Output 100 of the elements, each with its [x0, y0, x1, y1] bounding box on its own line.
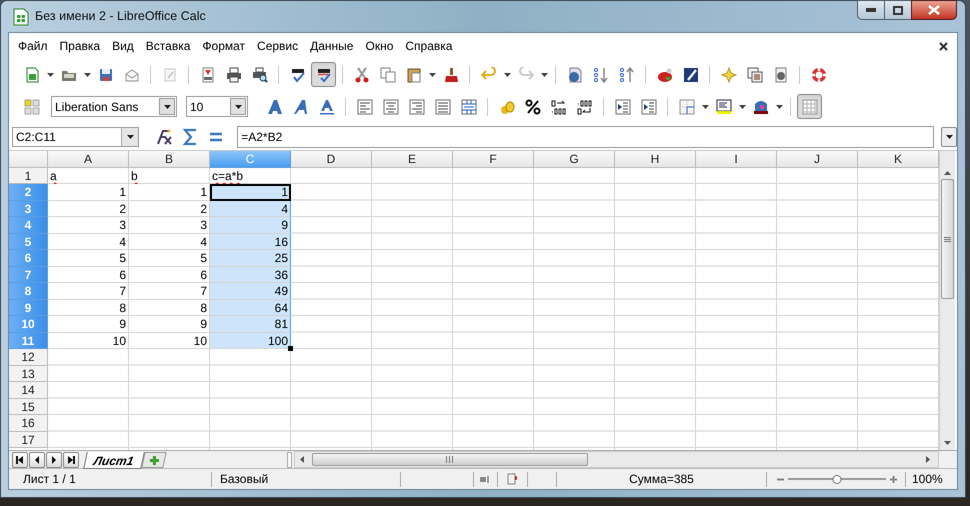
selection-mode-icon[interactable]	[480, 474, 490, 484]
printer-icon	[226, 66, 242, 83]
grip-icon	[446, 456, 454, 464]
table-cell[interactable]: 100	[210, 332, 291, 350]
table-cell[interactable]: 4	[210, 200, 291, 218]
row-header[interactable]: 13	[9, 366, 48, 382]
row-header[interactable]: 15	[9, 398, 48, 416]
scroll-left-icon[interactable]	[300, 456, 304, 464]
expand-formula-button[interactable]	[941, 126, 957, 147]
dropdown-caret-icon[interactable]	[428, 72, 436, 77]
dropdown-caret-icon[interactable]	[46, 72, 54, 77]
column-header[interactable]: H	[615, 151, 696, 168]
minimize-button[interactable]	[857, 0, 885, 20]
scroll-thumb[interactable]	[312, 453, 588, 466]
menu-item[interactable]: Сервис	[257, 36, 298, 55]
merge-cells-icon	[460, 98, 476, 115]
row-header[interactable]: 14	[9, 382, 48, 399]
font-name-box[interactable]: Liberation Sans	[51, 96, 177, 118]
zoom-slider[interactable]	[788, 474, 886, 484]
menu-item[interactable]: Окно	[365, 36, 394, 55]
column-header[interactable]: E	[372, 151, 453, 168]
plus-icon	[148, 454, 160, 466]
italic-icon	[292, 98, 308, 115]
spreadsheet-icon	[13, 8, 29, 26]
column-header[interactable]: G	[534, 151, 615, 168]
toolbar-button[interactable]	[311, 62, 336, 88]
table-cell[interactable]: 1	[210, 184, 291, 201]
column-header[interactable]: I	[696, 151, 777, 168]
close-button[interactable]	[911, 0, 957, 20]
spellcheck-icon	[290, 66, 306, 83]
bold-icon	[266, 98, 282, 115]
row-header[interactable]: 16	[9, 415, 48, 432]
scroll-thumb[interactable]	[941, 179, 954, 300]
sheet-nav-button[interactable]	[63, 452, 79, 468]
dropdown-caret-icon[interactable]	[504, 72, 510, 77]
coins-icon	[498, 98, 514, 115]
formula-input[interactable]: =A2*B2	[237, 126, 934, 148]
table-cell[interactable]: 16	[210, 234, 291, 250]
spreadsheet-icon	[24, 66, 40, 83]
close-document-icon[interactable]	[939, 42, 948, 51]
first-sheet-icon	[16, 456, 24, 464]
menu-item[interactable]: Данные	[310, 36, 354, 55]
vertical-scrollbar[interactable]	[939, 151, 955, 450]
menu-item[interactable]: Формат	[202, 36, 246, 55]
zoom-thumb[interactable]	[832, 474, 842, 484]
pdf-document-icon	[200, 66, 216, 83]
menu-item[interactable]: Вид	[112, 36, 134, 55]
database-icon	[772, 66, 788, 83]
equals-icon[interactable]	[209, 132, 224, 142]
table-cell[interactable]: 49	[210, 283, 291, 300]
sum-icon[interactable]	[183, 128, 198, 146]
table-cell[interactable]: 25	[210, 250, 291, 267]
dropdown-caret-icon	[946, 134, 953, 139]
minimize-icon	[866, 8, 876, 12]
column-header[interactable]: F	[453, 151, 534, 168]
column-header[interactable]: A	[48, 151, 129, 168]
function-wizard-icon[interactable]	[155, 128, 174, 145]
zoom-in-icon[interactable]	[890, 476, 897, 483]
dropdown-caret-icon[interactable]	[84, 72, 90, 77]
menu-item[interactable]: Файл	[18, 36, 48, 55]
scroll-down-icon[interactable]	[944, 441, 951, 446]
percent-icon	[524, 98, 540, 115]
dropdown-caret-icon	[126, 134, 134, 139]
dropdown-caret-icon[interactable]	[540, 72, 548, 77]
sheet-nav-button[interactable]	[46, 452, 62, 468]
scroll-right-icon[interactable]	[926, 456, 930, 464]
dropdown-caret-icon[interactable]	[776, 104, 782, 109]
column-header[interactable]: D	[291, 151, 372, 168]
zoom-percent[interactable]: 100%	[906, 470, 943, 488]
row-header[interactable]: 1	[9, 168, 48, 184]
name-box[interactable]: C2:C11	[12, 126, 140, 147]
grip-icon	[944, 236, 951, 242]
sheet-nav-button[interactable]	[12, 452, 28, 468]
maximize-button[interactable]	[885, 0, 911, 20]
dropdown-caret-icon	[234, 104, 242, 109]
row-header[interactable]: 12	[9, 349, 48, 366]
menu-item[interactable]: Вставка	[146, 36, 190, 55]
sheet-tab[interactable]: Лист1	[83, 452, 144, 469]
table-cell[interactable]: 64	[210, 300, 291, 316]
font-size-box[interactable]: 10	[186, 96, 248, 118]
horizontal-scrollbar[interactable]	[294, 451, 939, 468]
zoom-out-icon[interactable]	[777, 476, 784, 483]
increase-indent-icon	[640, 98, 656, 115]
column-header[interactable]: B	[129, 151, 210, 168]
remove-decimal-icon	[576, 98, 592, 115]
table-cell[interactable]: 36	[210, 266, 291, 284]
column-header[interactable]: K	[858, 151, 939, 168]
maximize-icon	[893, 6, 903, 14]
fill-handle[interactable]	[288, 346, 293, 352]
table-cell[interactable]: 81	[210, 316, 291, 333]
menu-item[interactable]: Правка	[60, 36, 100, 55]
table-cell[interactable]: 9	[210, 217, 291, 234]
dropdown-caret-icon[interactable]	[738, 104, 746, 109]
menu-item[interactable]: Справка	[405, 36, 452, 55]
dropdown-caret-icon[interactable]	[702, 104, 708, 109]
scroll-up-icon[interactable]	[944, 171, 951, 176]
sheet-nav-button[interactable]	[29, 452, 45, 468]
add-sheet-button[interactable]	[140, 452, 166, 468]
row-header[interactable]: 17	[9, 432, 48, 448]
column-header[interactable]: J	[777, 151, 858, 168]
